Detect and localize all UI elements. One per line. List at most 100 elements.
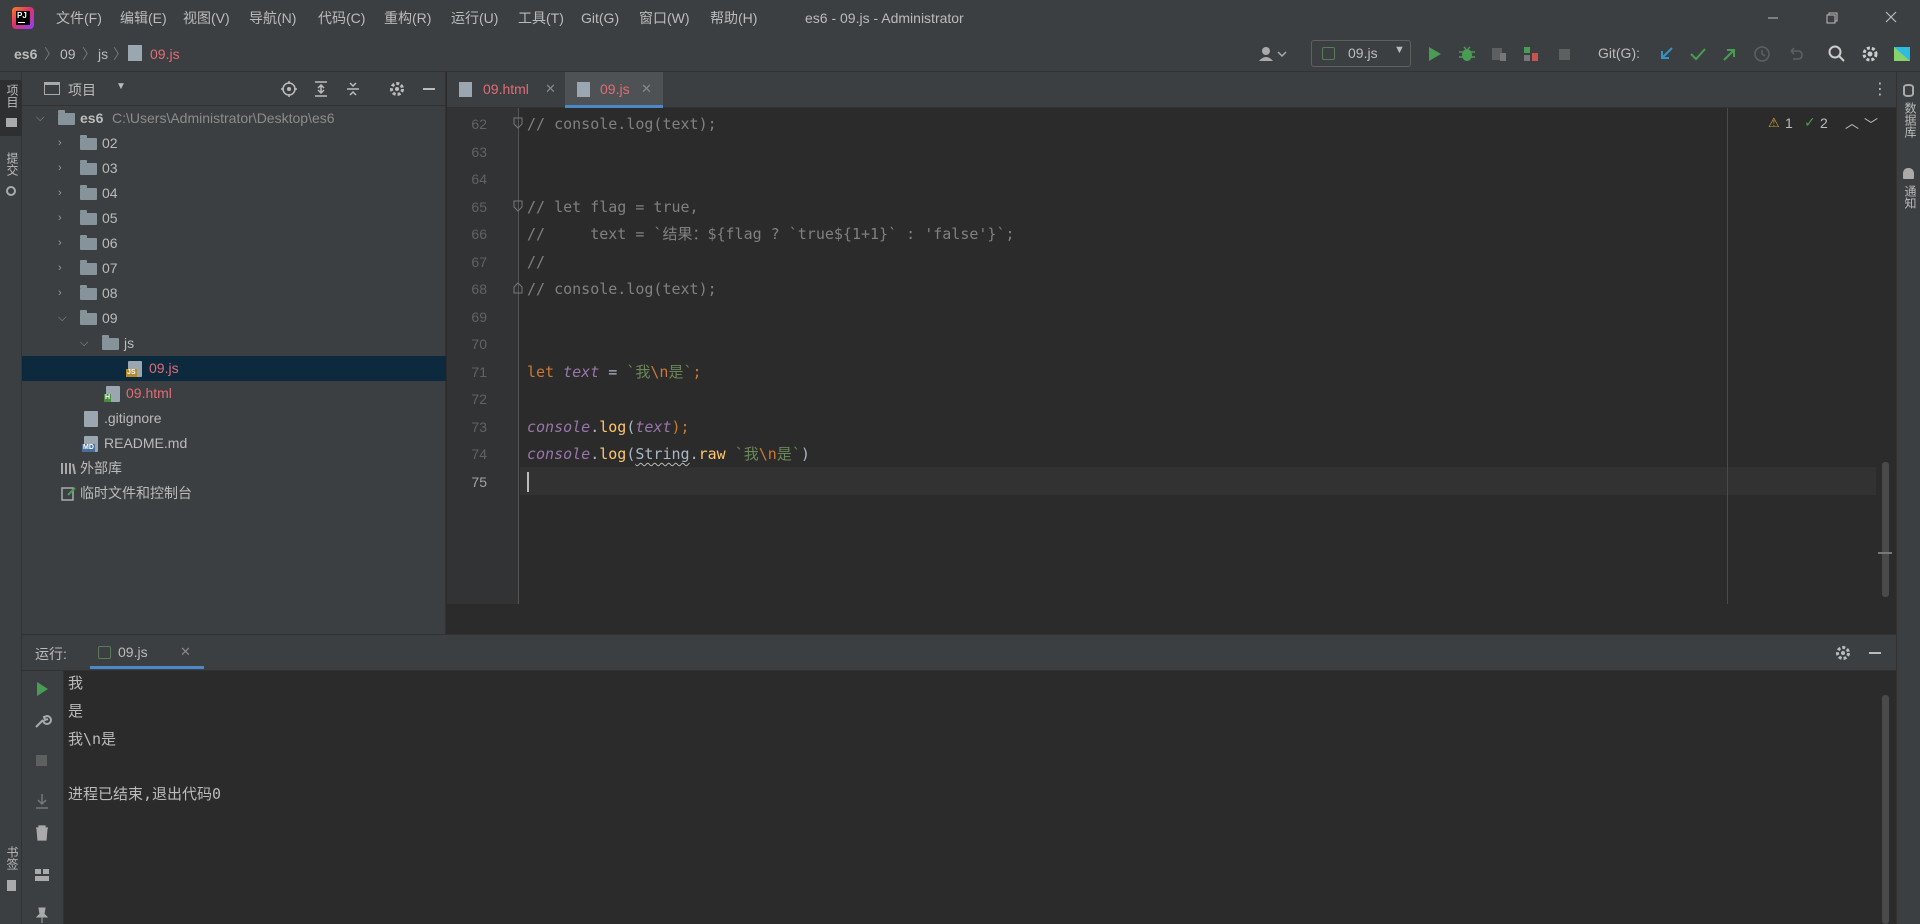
tree-folder-08[interactable]: › 08 <box>22 281 446 306</box>
tree-external-libraries[interactable]: 外部库 <box>22 456 446 481</box>
inspection-widget[interactable]: ⚠ 1 ✓ 2 ︿ ﹀ <box>1768 113 1878 135</box>
menu-run[interactable]: 运行(U) <box>451 8 498 28</box>
breadcrumb-project[interactable]: es6 <box>14 45 37 63</box>
tree-file-gitignore[interactable]: .gitignore <box>22 406 446 431</box>
menu-view[interactable]: 视图(V) <box>183 8 230 28</box>
menu-edit[interactable]: 编辑(E) <box>120 8 167 28</box>
chevron-down-icon[interactable]: ▼ <box>116 81 126 92</box>
tree-file-readme[interactable]: MD README.md <box>22 431 446 456</box>
scroll-to-end-icon[interactable] <box>32 791 52 811</box>
git-history-button[interactable] <box>1751 43 1773 65</box>
git-rollback-button[interactable] <box>1784 43 1806 65</box>
bookmarks-tool-button[interactable]: 书签 <box>0 842 22 898</box>
database-tool-button[interactable]: 数据库 <box>1898 80 1920 146</box>
menu-refactor[interactable]: 重构(R) <box>384 8 431 28</box>
account-button[interactable] <box>1256 44 1292 64</box>
console-scrollbar[interactable] <box>1882 695 1889 924</box>
markdown-file-icon: MD <box>82 436 98 452</box>
close-tab-icon[interactable]: ✕ <box>180 644 191 660</box>
tree-folder-05[interactable]: › 05 <box>22 206 446 231</box>
commit-tool-button[interactable]: 提交 <box>0 150 22 206</box>
pin-icon[interactable] <box>32 905 52 924</box>
run-button[interactable] <box>1423 43 1445 65</box>
expand-all-icon[interactable] <box>312 80 330 98</box>
line-number: 74 <box>471 446 487 462</box>
menu-help[interactable]: 帮助(H) <box>710 8 757 28</box>
rerun-icon[interactable] <box>32 679 52 699</box>
tree-file-09-html[interactable]: H 09.html <box>22 381 446 406</box>
tree-folder-06[interactable]: › 06 <box>22 231 446 256</box>
tree-folder-09[interactable]: ⌵ 09 <box>22 306 446 331</box>
locate-file-icon[interactable] <box>280 80 298 98</box>
chevron-right-icon[interactable]: › <box>58 231 70 256</box>
tab-09-html[interactable]: 09.html ✕ <box>447 72 565 108</box>
chevron-right-icon[interactable]: › <box>58 206 70 231</box>
run-tab[interactable]: 09.js ✕ <box>90 635 204 669</box>
profile-button[interactable] <box>1520 43 1542 65</box>
chevron-down-icon[interactable]: ⌵ <box>36 106 48 131</box>
gear-icon[interactable] <box>388 80 406 98</box>
breadcrumb-subfolder[interactable]: js <box>98 45 108 63</box>
tree-folder-03[interactable]: › 03 <box>22 156 446 181</box>
chevron-right-icon[interactable]: › <box>58 181 70 206</box>
gear-icon[interactable] <box>1834 644 1852 662</box>
hide-panel-icon[interactable] <box>420 80 438 98</box>
chevron-down-icon[interactable]: ⌵ <box>80 331 92 356</box>
menu-window[interactable]: 窗口(W) <box>639 8 690 28</box>
breadcrumb-file[interactable]: 09.js <box>150 45 180 63</box>
layout-icon[interactable] <box>32 865 52 885</box>
close-window-button[interactable] <box>1868 0 1914 36</box>
coverage-button[interactable] <box>1488 43 1510 65</box>
chevron-right-icon[interactable]: › <box>58 156 70 181</box>
search-everywhere-button[interactable] <box>1826 43 1848 65</box>
file-label: 09.js <box>149 360 179 376</box>
close-tab-icon[interactable]: ✕ <box>545 72 556 106</box>
tree-folder-04[interactable]: › 04 <box>22 181 446 206</box>
run-config-selector[interactable]: 09.js ▼ <box>1311 40 1411 67</box>
close-tab-icon[interactable]: ✕ <box>641 72 652 106</box>
notifications-tool-button[interactable]: 通知 <box>1898 165 1920 221</box>
stop-icon[interactable] <box>32 751 52 771</box>
chevron-down-icon[interactable]: ⌵ <box>58 306 70 331</box>
restore-button[interactable] <box>1810 0 1856 36</box>
minimize-button[interactable] <box>1750 0 1796 36</box>
menu-code[interactable]: 代码(C) <box>318 8 365 28</box>
tree-folder-07[interactable]: › 07 <box>22 256 446 281</box>
settings-button[interactable] <box>1859 43 1881 65</box>
jetbrains-toolbox-button[interactable] <box>1892 43 1912 65</box>
fold-marker-icon[interactable] <box>512 281 524 295</box>
fold-marker-icon[interactable] <box>512 199 524 213</box>
git-push-button[interactable] <box>1719 43 1741 65</box>
next-highlight-icon[interactable]: ﹀ <box>1864 115 1878 135</box>
git-commit-button[interactable] <box>1687 43 1709 65</box>
debug-button[interactable] <box>1456 43 1478 65</box>
collapse-all-icon[interactable] <box>344 80 362 98</box>
menu-navigate[interactable]: 导航(N) <box>249 8 296 28</box>
tree-folder-js[interactable]: ⌵ js <box>22 331 446 356</box>
project-view-title[interactable]: 项目 <box>68 80 96 100</box>
project-tool-button[interactable]: 项目 <box>0 80 22 136</box>
previous-highlight-icon[interactable]: ︿ <box>1845 113 1859 133</box>
chevron-right-icon[interactable]: › <box>58 281 70 306</box>
git-update-button[interactable] <box>1655 43 1677 65</box>
hide-panel-icon[interactable] <box>1866 644 1884 662</box>
breadcrumb-folder[interactable]: 09 <box>60 45 76 63</box>
menu-tools[interactable]: 工具(T) <box>518 8 564 28</box>
menu-file[interactable]: 文件(F) <box>56 8 102 28</box>
chevron-right-icon[interactable]: › <box>58 131 70 156</box>
fold-marker-icon[interactable] <box>512 116 524 130</box>
trash-icon[interactable] <box>32 823 52 843</box>
chevron-right-icon[interactable]: › <box>58 256 70 281</box>
tree-root[interactable]: ⌵ es6 C:\Users\Administrator\Desktop\es6 <box>22 106 446 131</box>
tree-folder-02[interactable]: › 02 <box>22 131 446 156</box>
pycharm-logo-icon[interactable]: PJ <box>12 7 34 29</box>
editor-scrollbar[interactable] <box>1882 462 1889 597</box>
tree-scratches[interactable]: 临时文件和控制台 <box>22 481 446 506</box>
tab-09-js[interactable]: 09.js ✕ <box>565 72 663 108</box>
wrench-icon[interactable] <box>32 711 52 731</box>
stop-button[interactable] <box>1553 43 1575 65</box>
tree-file-09-js[interactable]: JS 09.js <box>22 356 446 381</box>
variable-text: text <box>563 363 600 381</box>
menu-git[interactable]: Git(G) <box>581 8 619 28</box>
more-options-icon[interactable]: ⋮ <box>1872 80 1888 100</box>
